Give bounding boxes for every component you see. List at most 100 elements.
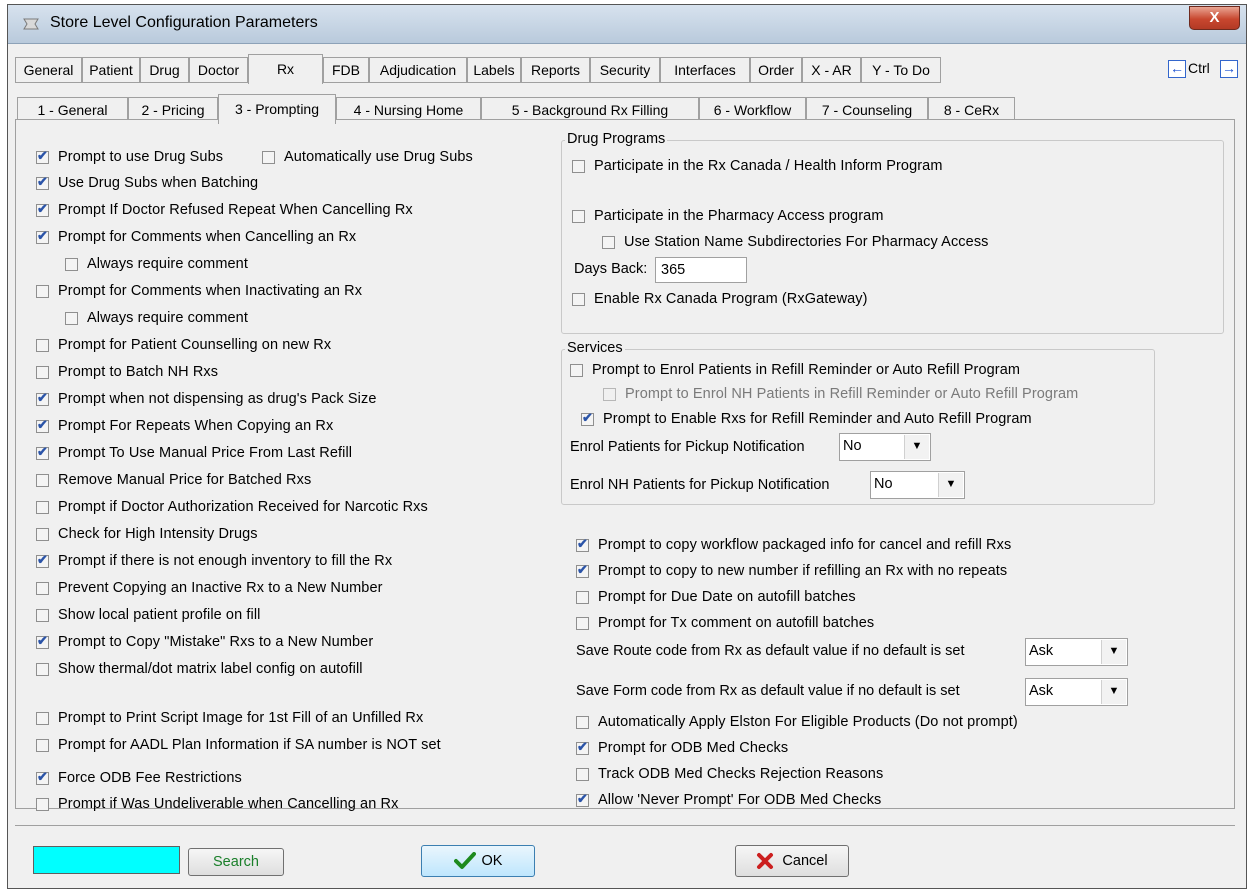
tab-y-todo[interactable]: Y - To Do [861, 57, 941, 83]
checkbox-box[interactable] [36, 365, 49, 379]
never-prompt-odb-checkbox[interactable]: Allow 'Never Prompt' For ODB Med Checks [576, 790, 881, 810]
drug-subs-batching-checkbox[interactable]: Use Drug Subs when Batching [36, 173, 258, 193]
checkbox-box[interactable] [36, 338, 49, 352]
checkbox-box[interactable] [36, 552, 49, 568]
tab-labels[interactable]: Labels [467, 57, 521, 83]
checkbox-box[interactable] [262, 150, 275, 164]
aadl-plan-checkbox[interactable]: Prompt for AADL Plan Information if SA n… [36, 735, 441, 755]
tab-drug[interactable]: Drug [140, 57, 189, 83]
subtab-prompting[interactable]: 3 - Prompting [218, 94, 336, 124]
rx-canada-health-inform-checkbox[interactable]: Participate in the Rx Canada / Health In… [572, 156, 943, 176]
checkbox-box[interactable] [36, 581, 49, 595]
auto-drug-subs-checkbox[interactable]: Automatically use Drug Subs [262, 147, 473, 167]
cancel-button[interactable]: Cancel [735, 845, 849, 877]
doctor-refused-repeat-checkbox[interactable]: Prompt If Doctor Refused Repeat When Can… [36, 200, 413, 220]
tab-general[interactable]: General [15, 57, 82, 83]
checkbox-box[interactable] [36, 174, 49, 190]
checkbox-box[interactable] [572, 292, 585, 306]
tx-comment-autofill-checkbox[interactable]: Prompt for Tx comment on autofill batche… [576, 613, 874, 633]
checkbox-box[interactable] [36, 284, 49, 298]
pharmacy-access-checkbox[interactable]: Participate in the Pharmacy Access progr… [572, 206, 884, 226]
checkbox-box[interactable] [576, 767, 589, 781]
copy-workflow-info-checkbox[interactable]: Prompt to copy workflow packaged info fo… [576, 535, 1011, 555]
checkbox-box[interactable] [36, 148, 49, 164]
tab-reports[interactable]: Reports [521, 57, 590, 83]
tab-x-ar[interactable]: X - AR [802, 57, 861, 83]
pickup-notification-select[interactable]: No ▼ [839, 433, 931, 461]
ok-button[interactable]: OK [421, 845, 535, 877]
copy-new-number-checkbox[interactable]: Prompt to copy to new number if refillin… [576, 561, 1007, 581]
remove-manual-price-checkbox[interactable]: Remove Manual Price for Batched Rxs [36, 470, 311, 490]
tab-adjudication[interactable]: Adjudication [369, 57, 467, 83]
odb-med-checks-checkbox[interactable]: Prompt for ODB Med Checks [576, 738, 788, 758]
thermal-label-config-checkbox[interactable]: Show thermal/dot matrix label config on … [36, 659, 363, 679]
dropdown-arrow-icon[interactable]: ▼ [938, 473, 963, 497]
checkbox-box[interactable] [602, 235, 615, 249]
comments-inactivating-checkbox[interactable]: Prompt for Comments when Inactivating an… [36, 281, 362, 301]
copy-mistake-rxs-checkbox[interactable]: Prompt to Copy "Mistake" Rxs to a New Nu… [36, 632, 373, 652]
dropdown-arrow-icon[interactable]: ▼ [904, 435, 929, 459]
odb-fee-restrictions-checkbox[interactable]: Force ODB Fee Restrictions [36, 768, 242, 788]
checkbox-box[interactable] [65, 311, 78, 325]
tab-rx[interactable]: Rx [248, 54, 323, 84]
dropdown-arrow-icon[interactable]: ▼ [1101, 680, 1126, 704]
inactivate-require-comment-checkbox[interactable]: Always require comment [65, 308, 248, 328]
checkbox-box[interactable] [36, 390, 49, 406]
checkbox-box[interactable] [576, 739, 589, 755]
checkbox-box[interactable] [36, 417, 49, 433]
checkbox-box[interactable] [36, 500, 49, 514]
due-date-autofill-checkbox[interactable]: Prompt for Due Date on autofill batches [576, 587, 856, 607]
close-button[interactable]: X [1189, 6, 1240, 30]
drug-subs-prompt-checkbox[interactable]: Prompt to use Drug Subs [36, 147, 223, 167]
checkbox-box[interactable] [576, 791, 589, 807]
station-subdirectories-checkbox[interactable]: Use Station Name Subdirectories For Phar… [602, 232, 989, 252]
batch-nh-rxs-checkbox[interactable]: Prompt to Batch NH Rxs [36, 362, 218, 382]
checkbox-box[interactable] [36, 444, 49, 460]
checkbox-box[interactable] [576, 562, 589, 578]
dropdown-arrow-icon[interactable]: ▼ [1101, 640, 1126, 664]
manual-price-last-refill-checkbox[interactable]: Prompt To Use Manual Price From Last Ref… [36, 443, 352, 463]
cancel-require-comment-checkbox[interactable]: Always require comment [65, 254, 248, 274]
odb-rejection-reasons-checkbox[interactable]: Track ODB Med Checks Rejection Reasons [576, 764, 883, 784]
checkbox-box[interactable] [570, 363, 583, 377]
comments-cancelling-checkbox[interactable]: Prompt for Comments when Cancelling an R… [36, 227, 356, 247]
checkbox-box[interactable] [572, 159, 585, 173]
checkbox-box[interactable] [576, 616, 589, 630]
nh-pickup-notification-select[interactable]: No ▼ [870, 471, 965, 499]
checkbox-box[interactable] [36, 228, 49, 244]
prev-tab-arrow-icon[interactable]: ← [1168, 60, 1186, 78]
enable-rxs-refill-checkbox[interactable]: Prompt to Enable Rxs for Refill Reminder… [581, 409, 1032, 429]
next-tab-arrow-icon[interactable]: → [1220, 60, 1238, 78]
checkbox-box[interactable] [36, 473, 49, 487]
print-script-image-checkbox[interactable]: Prompt to Print Script Image for 1st Fil… [36, 708, 423, 728]
rx-gateway-checkbox[interactable]: Enable Rx Canada Program (RxGateway) [572, 289, 868, 309]
patient-counselling-checkbox[interactable]: Prompt for Patient Counselling on new Rx [36, 335, 331, 355]
enrol-refill-reminder-checkbox[interactable]: Prompt to Enrol Patients in Refill Remin… [570, 360, 1020, 380]
tab-order[interactable]: Order [750, 57, 802, 83]
tab-security[interactable]: Security [590, 57, 660, 83]
tab-doctor[interactable]: Doctor [189, 57, 248, 83]
checkbox-box[interactable] [576, 536, 589, 552]
high-intensity-drugs-checkbox[interactable]: Check for High Intensity Drugs [36, 524, 258, 544]
narcotic-authorization-checkbox[interactable]: Prompt if Doctor Authorization Received … [36, 497, 428, 517]
days-back-input[interactable]: 365 [655, 257, 747, 283]
search-button[interactable]: Search [188, 848, 284, 876]
checkbox-box[interactable] [36, 633, 49, 649]
checkbox-box[interactable] [576, 590, 589, 604]
repeats-copying-checkbox[interactable]: Prompt For Repeats When Copying an Rx [36, 416, 333, 436]
checkbox-box[interactable] [36, 769, 49, 785]
checkbox-box[interactable] [581, 410, 594, 426]
checkbox-box[interactable] [36, 608, 49, 622]
checkbox-box[interactable] [36, 738, 49, 752]
checkbox-box[interactable] [572, 209, 585, 223]
undeliverable-cancelling-checkbox[interactable]: Prompt if Was Undeliverable when Cancell… [36, 794, 398, 814]
tab-fdb[interactable]: FDB [323, 57, 369, 83]
checkbox-box[interactable] [36, 201, 49, 217]
checkbox-box[interactable] [36, 711, 49, 725]
local-patient-profile-checkbox[interactable]: Show local patient profile on fill [36, 605, 261, 625]
checkbox-box[interactable] [36, 662, 49, 676]
tab-interfaces[interactable]: Interfaces [660, 57, 750, 83]
tab-patient[interactable]: Patient [82, 57, 140, 83]
prevent-copy-inactive-checkbox[interactable]: Prevent Copying an Inactive Rx to a New … [36, 578, 383, 598]
checkbox-box[interactable] [36, 797, 49, 811]
